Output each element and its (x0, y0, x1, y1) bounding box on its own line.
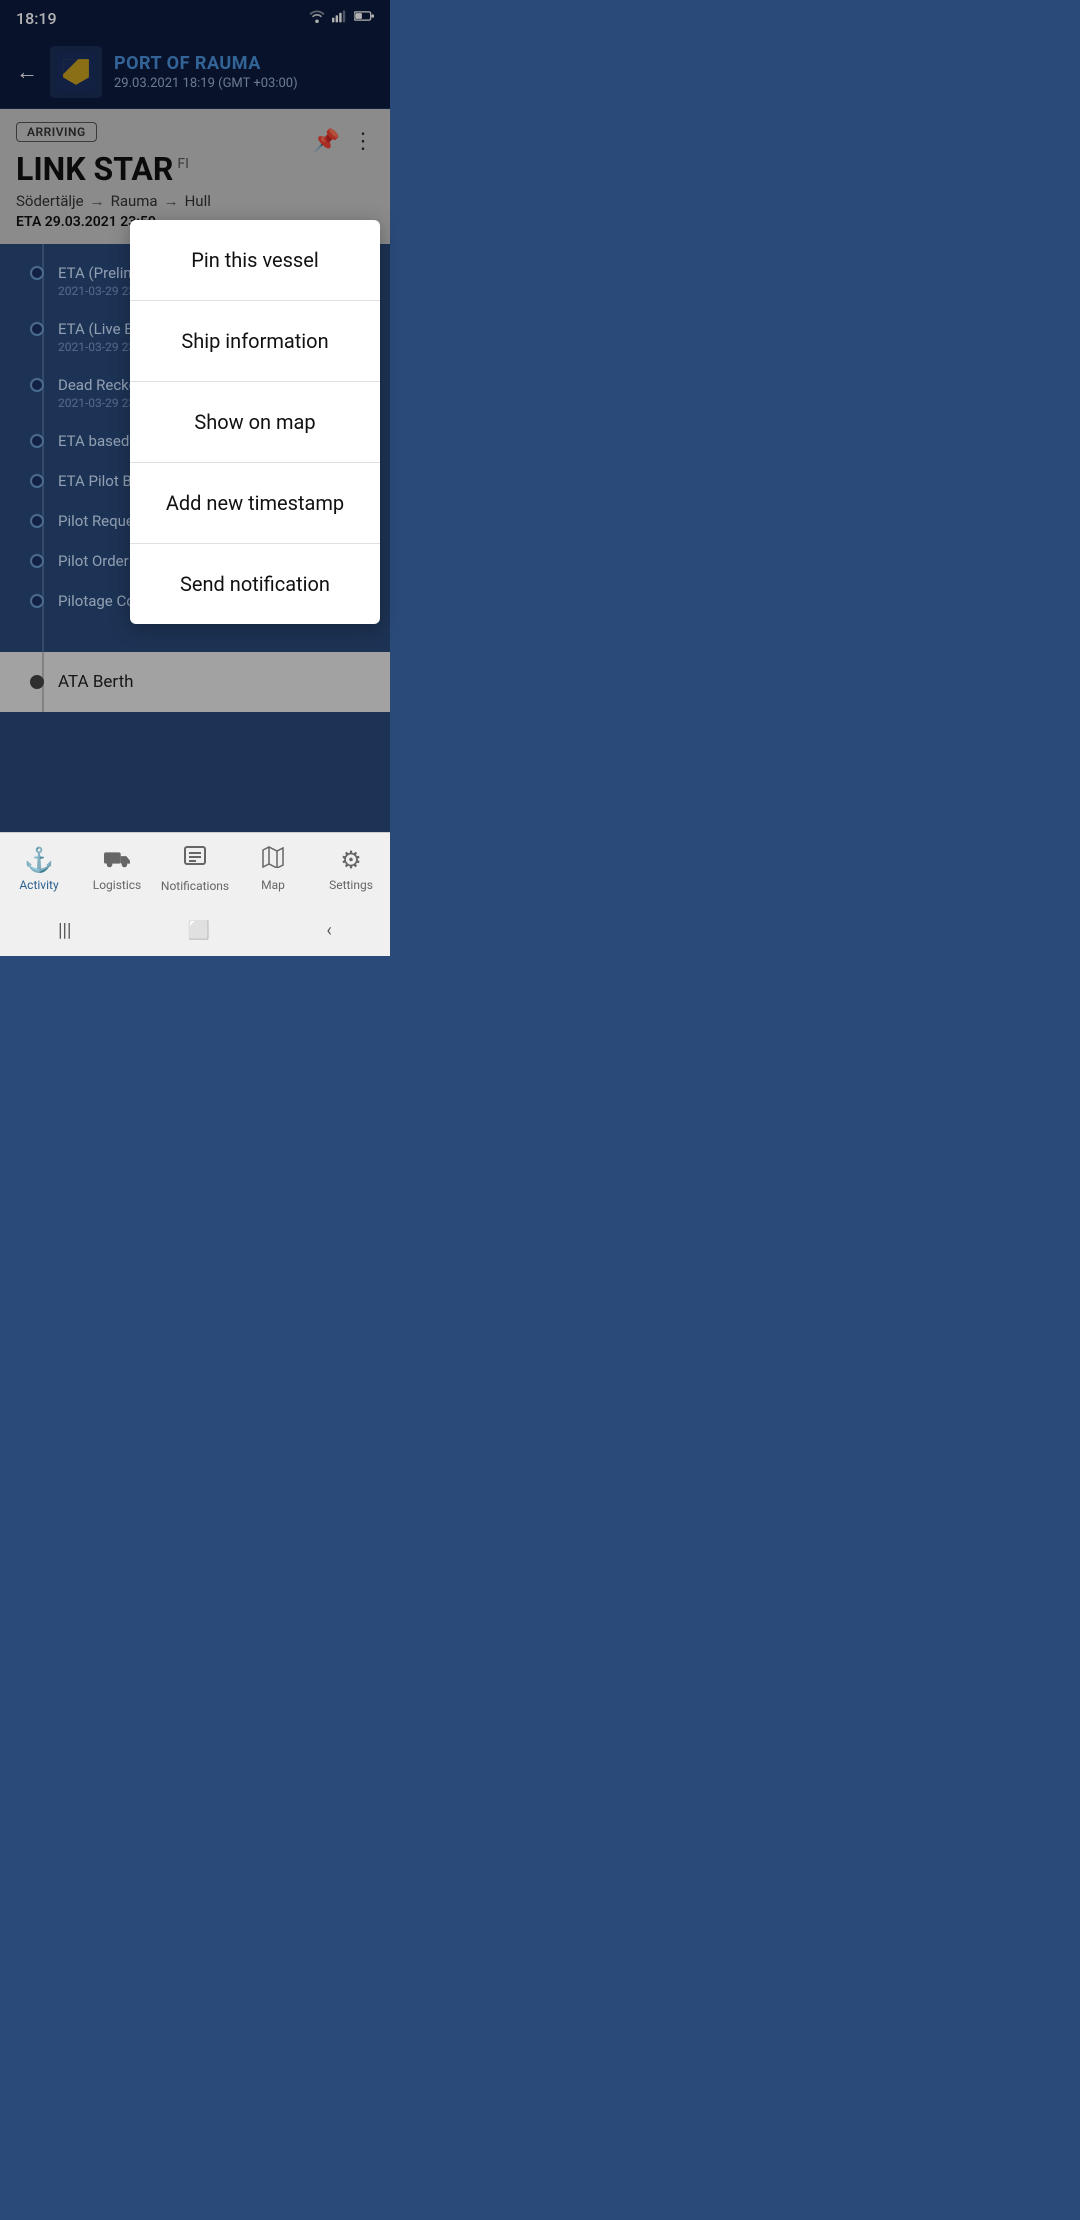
nav-notifications[interactable]: Notifications (156, 845, 234, 893)
system-nav: ||| ⬜ ‹ (0, 904, 390, 956)
nav-activity[interactable]: ⚓ Activity (0, 846, 78, 892)
nav-logistics[interactable]: Logistics (78, 846, 156, 892)
anchor-icon: ⚓ (24, 846, 54, 874)
add-new-timestamp-option[interactable]: Add new timestamp (130, 463, 380, 544)
map-label: Map (261, 878, 285, 892)
nav-map[interactable]: Map (234, 846, 312, 892)
map-icon (262, 846, 284, 874)
menu-button[interactable]: ||| (58, 920, 71, 941)
notifications-icon (184, 845, 206, 875)
bottom-nav: ⚓ Activity Logistics Notifications (0, 832, 390, 904)
activity-label: Activity (19, 878, 58, 892)
dropdown-menu: Pin this vessel Ship information Show on… (130, 220, 380, 624)
send-notification-option[interactable]: Send notification (130, 544, 380, 624)
show-on-map-option[interactable]: Show on map (130, 382, 380, 463)
pin-vessel-option[interactable]: Pin this vessel (130, 220, 380, 301)
settings-icon: ⚙ (340, 846, 362, 874)
logistics-label: Logistics (93, 878, 141, 892)
nav-settings[interactable]: ⚙ Settings (312, 846, 390, 892)
ship-information-option[interactable]: Ship information (130, 301, 380, 382)
truck-icon (104, 846, 130, 874)
notifications-label: Notifications (161, 879, 229, 893)
back-sys-button[interactable]: ‹ (326, 920, 331, 941)
settings-label: Settings (329, 878, 373, 892)
home-button[interactable]: ⬜ (188, 920, 210, 941)
